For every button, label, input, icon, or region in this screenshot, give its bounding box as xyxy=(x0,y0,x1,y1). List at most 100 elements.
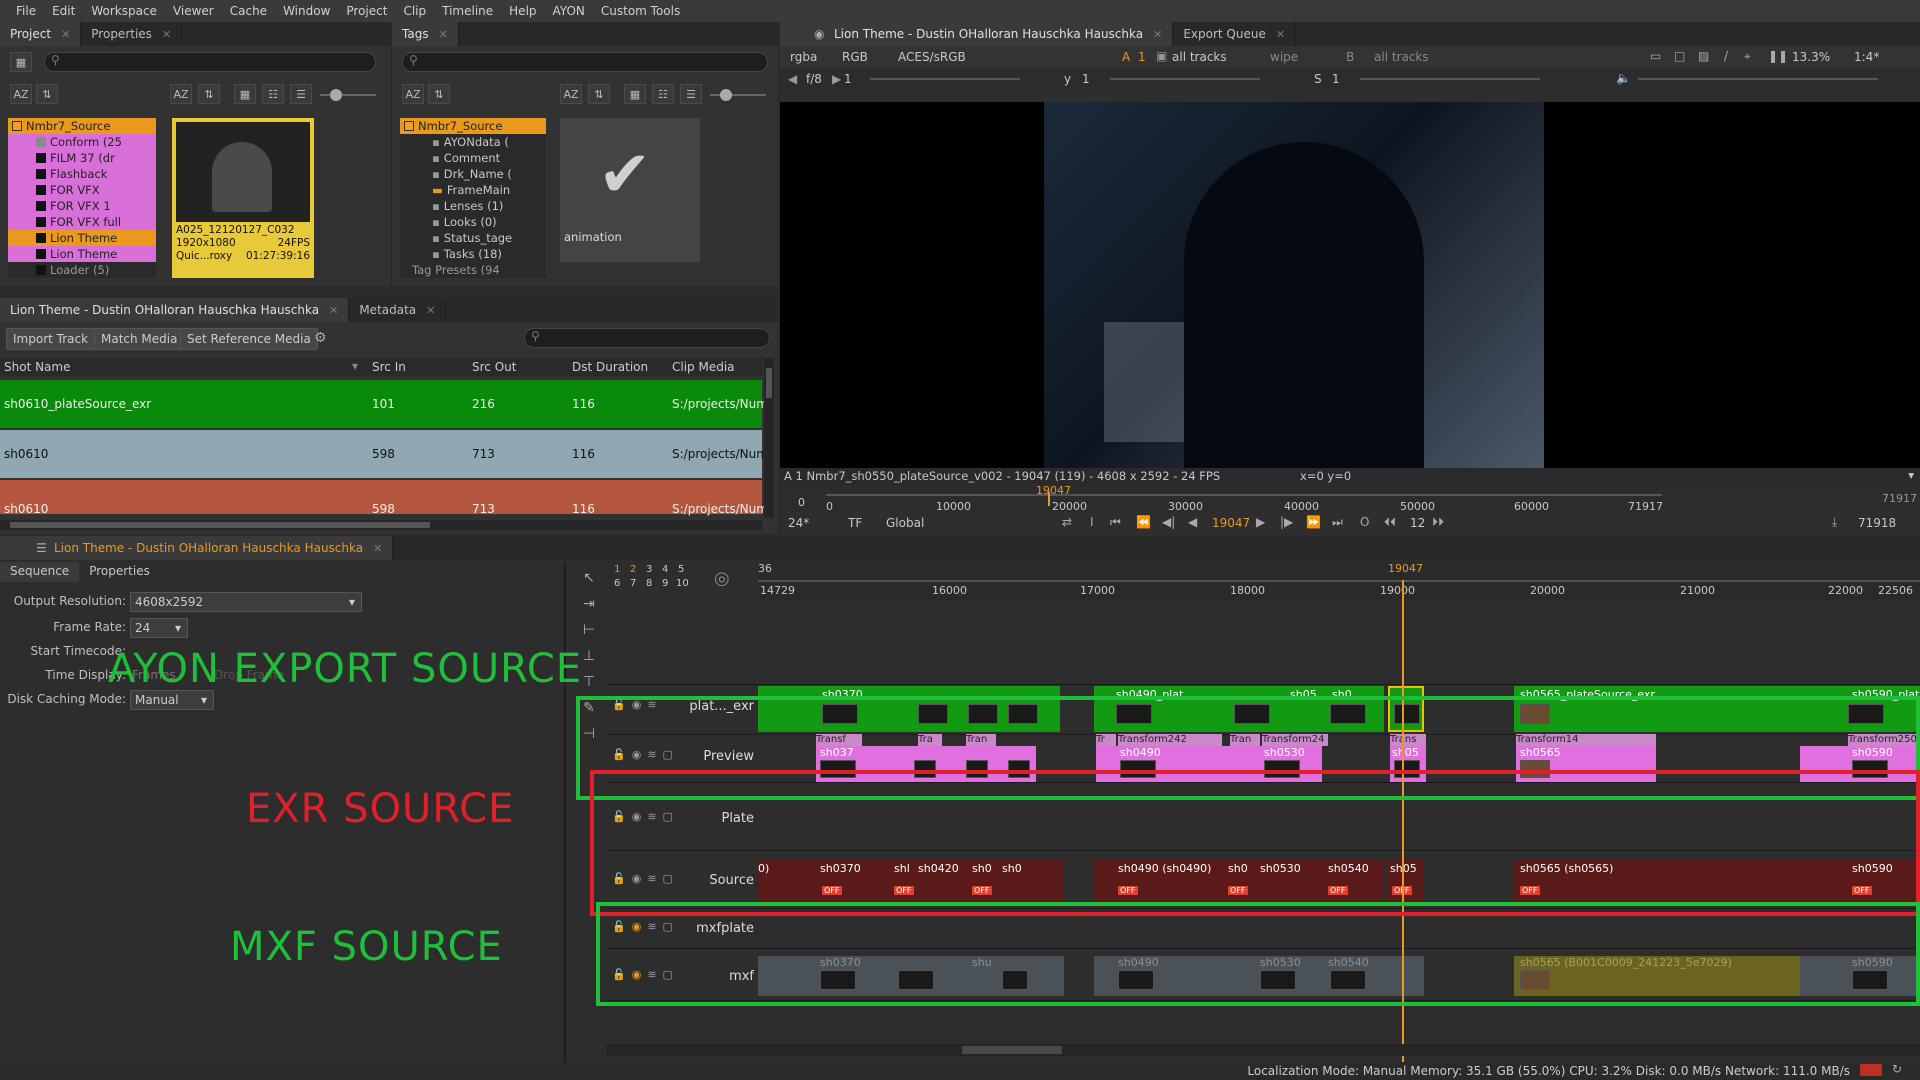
play-reverse-icon[interactable]: ◀ xyxy=(1188,515,1197,529)
out-point-icon[interactable]: O xyxy=(1360,515,1369,529)
tag-item[interactable]: ▪ Tasks (18) xyxy=(400,246,546,262)
col-src-in[interactable]: Src In xyxy=(372,360,406,374)
grid-view-icon[interactable]: ▦ xyxy=(624,84,646,104)
bin-item[interactable]: FILM 37 (dr xyxy=(8,150,156,166)
import-track-button[interactable]: Import Track xyxy=(6,328,96,350)
col-clip-media[interactable]: Clip Media xyxy=(672,360,735,374)
next-icon[interactable]: ▶ xyxy=(832,72,841,86)
sort-az-icon[interactable]: AZ xyxy=(10,84,32,104)
tab-sequence-shots[interactable]: Lion Theme - Dustin OHalloran Hauschka H… xyxy=(0,298,350,322)
tag-item[interactable]: Tag Presets (94 xyxy=(400,262,546,278)
select-tool-icon[interactable]: ↖ xyxy=(583,570,595,586)
zoom-dropdown[interactable]: 13.3% xyxy=(1792,50,1830,64)
sort-desc-icon[interactable]: ▾ xyxy=(352,359,358,373)
close-icon[interactable]: ✕ xyxy=(439,28,448,41)
version-1[interactable]: 1 xyxy=(614,564,620,575)
horizontal-scrollbar[interactable] xyxy=(0,520,762,530)
table-row[interactable]: sh0610 598 713 116 S:/projects/Num xyxy=(0,480,768,516)
version-3[interactable]: 3 xyxy=(646,564,652,575)
sort-az-icon[interactable]: AZ xyxy=(170,84,192,104)
close-icon[interactable]: ✕ xyxy=(1276,28,1285,41)
loop-icon[interactable]: ⇄ xyxy=(1062,515,1072,529)
skip-back-icon[interactable]: ⏴⏴ xyxy=(1384,515,1396,530)
tracks-a-dropdown[interactable]: all tracks xyxy=(1172,50,1227,64)
go-end-icon[interactable]: ⏭ xyxy=(1332,515,1343,530)
tag-tile[interactable]: ✔ animation xyxy=(560,118,700,262)
menu-clip[interactable]: Clip xyxy=(395,4,434,18)
menu-project[interactable]: Project xyxy=(338,4,395,18)
viewer-ruler[interactable]: 0 0 10000 20000 30000 40000 50000 60000 … xyxy=(780,484,1920,513)
bin-item-selected[interactable]: Lion Theme xyxy=(8,230,156,246)
close-icon[interactable]: ✕ xyxy=(162,28,171,41)
vertical-scrollbar[interactable] xyxy=(764,358,774,518)
tag-item[interactable]: ▪ Looks (0) xyxy=(400,214,546,230)
track-b-button[interactable]: B xyxy=(1346,50,1354,64)
bin-item[interactable]: FOR VFX xyxy=(8,182,156,198)
thumb-size-slider[interactable] xyxy=(710,89,766,101)
bin-item[interactable]: FOR VFX 1 xyxy=(8,198,156,214)
clip-thumbnail-card[interactable]: A025_12120127_C032 1920x1080 24FPS Quic.… xyxy=(172,118,314,278)
zebra-icon[interactable]: ▨ xyxy=(1698,49,1709,63)
grid-view-icon[interactable]: ▦ xyxy=(234,84,256,104)
menu-cache[interactable]: Cache xyxy=(222,4,275,18)
fstop-value[interactable]: f/8 xyxy=(806,72,822,86)
next-edit-icon[interactable]: ⏩ xyxy=(1306,515,1321,529)
channels-dropdown[interactable]: rgba xyxy=(790,50,817,64)
col-shot-name[interactable]: Shot Name xyxy=(4,360,71,374)
output-resolution-dropdown[interactable]: 4608x2592 ▾ xyxy=(130,592,362,612)
sort-az-icon[interactable]: AZ xyxy=(560,84,582,104)
search-input[interactable]: ⚲ xyxy=(44,52,376,72)
bin-item[interactable]: Lion Theme xyxy=(8,246,156,262)
go-start-icon[interactable]: ⏮ xyxy=(1110,515,1121,530)
in-point-icon[interactable]: I xyxy=(1090,515,1094,529)
version-9[interactable]: 9 xyxy=(662,578,668,589)
menu-edit[interactable]: Edit xyxy=(44,4,83,18)
tab-properties[interactable]: Properties ✕ xyxy=(81,22,183,46)
tab-project[interactable]: Project ✕ xyxy=(0,22,82,46)
gamma-value[interactable]: 1 xyxy=(1082,72,1090,86)
menu-custom-tools[interactable]: Custom Tools xyxy=(593,4,688,18)
tag-item[interactable]: ▪ Comment xyxy=(400,150,546,166)
gear-icon[interactable]: ⚙ xyxy=(314,330,327,346)
grid-icon[interactable]: ▦ xyxy=(10,52,32,72)
version-5[interactable]: 5 xyxy=(678,564,684,575)
menu-window[interactable]: Window xyxy=(275,4,338,18)
tab-timeline-properties[interactable]: Properties xyxy=(79,562,160,582)
wipe-dropdown[interactable]: wipe xyxy=(1270,50,1298,64)
global-dropdown[interactable]: Global xyxy=(886,516,924,530)
tab-viewer[interactable]: ◉ Lion Theme - Dustin OHalloran Hauschka … xyxy=(780,22,1174,46)
step-size-field[interactable]: 12 xyxy=(1410,516,1425,530)
disk-caching-dropdown[interactable]: Manual ▾ xyxy=(130,690,214,710)
frame-rate-dropdown[interactable]: 24 ▾ xyxy=(130,618,188,638)
tag-item[interactable]: ▪ Status_tage xyxy=(400,230,546,246)
close-icon[interactable]: ✕ xyxy=(426,304,435,317)
slip-tool-icon[interactable]: ⊢ xyxy=(583,622,595,638)
close-icon[interactable]: ✕ xyxy=(373,542,382,555)
chevron-down-icon[interactable]: ▾ xyxy=(1908,468,1914,482)
lock-icon[interactable]: ▣ xyxy=(1156,49,1167,63)
timeline-ruler[interactable]: 36 14729 16000 17000 18000 19000 20000 2… xyxy=(758,562,1920,600)
playhead[interactable] xyxy=(1048,492,1050,506)
current-frame-field[interactable]: 19047 xyxy=(1212,516,1250,530)
list-view-icon[interactable]: ☰ xyxy=(290,84,312,104)
proxy-ratio-dropdown[interactable]: 1:4* xyxy=(1854,50,1879,64)
bin-root[interactable]: Nmbr7_Source xyxy=(8,118,156,134)
tab-timeline[interactable]: ☰ Lion Theme - Dustin OHalloran Hauschka … xyxy=(0,536,394,560)
tab-export-queue[interactable]: Export Queue ✕ xyxy=(1173,22,1297,46)
saturation-slider[interactable] xyxy=(1360,78,1540,80)
match-media-button[interactable]: Match Media xyxy=(94,328,185,350)
snap-icon[interactable]: ◎ xyxy=(714,568,730,589)
track-select-icon[interactable]: ⇥ xyxy=(583,596,595,612)
version-6[interactable]: 6 xyxy=(614,578,620,589)
table-row[interactable]: sh0610 598 713 116 S:/projects/Num xyxy=(0,430,768,478)
volume-icon[interactable]: 🔈 xyxy=(1616,71,1631,85)
menu-workspace[interactable]: Workspace xyxy=(83,4,165,18)
tracks-b-dropdown[interactable]: all tracks xyxy=(1374,50,1429,64)
timeline-scrollbar[interactable] xyxy=(606,1044,1920,1056)
paint-icon[interactable]: / xyxy=(1724,49,1728,63)
tags-search-input[interactable]: ⚲ xyxy=(402,52,768,72)
bin-item[interactable]: Flashback xyxy=(8,166,156,182)
menu-file[interactable]: File xyxy=(8,4,44,18)
bin-item[interactable]: Loader (5) xyxy=(8,262,156,278)
close-icon[interactable]: ✕ xyxy=(61,28,70,41)
